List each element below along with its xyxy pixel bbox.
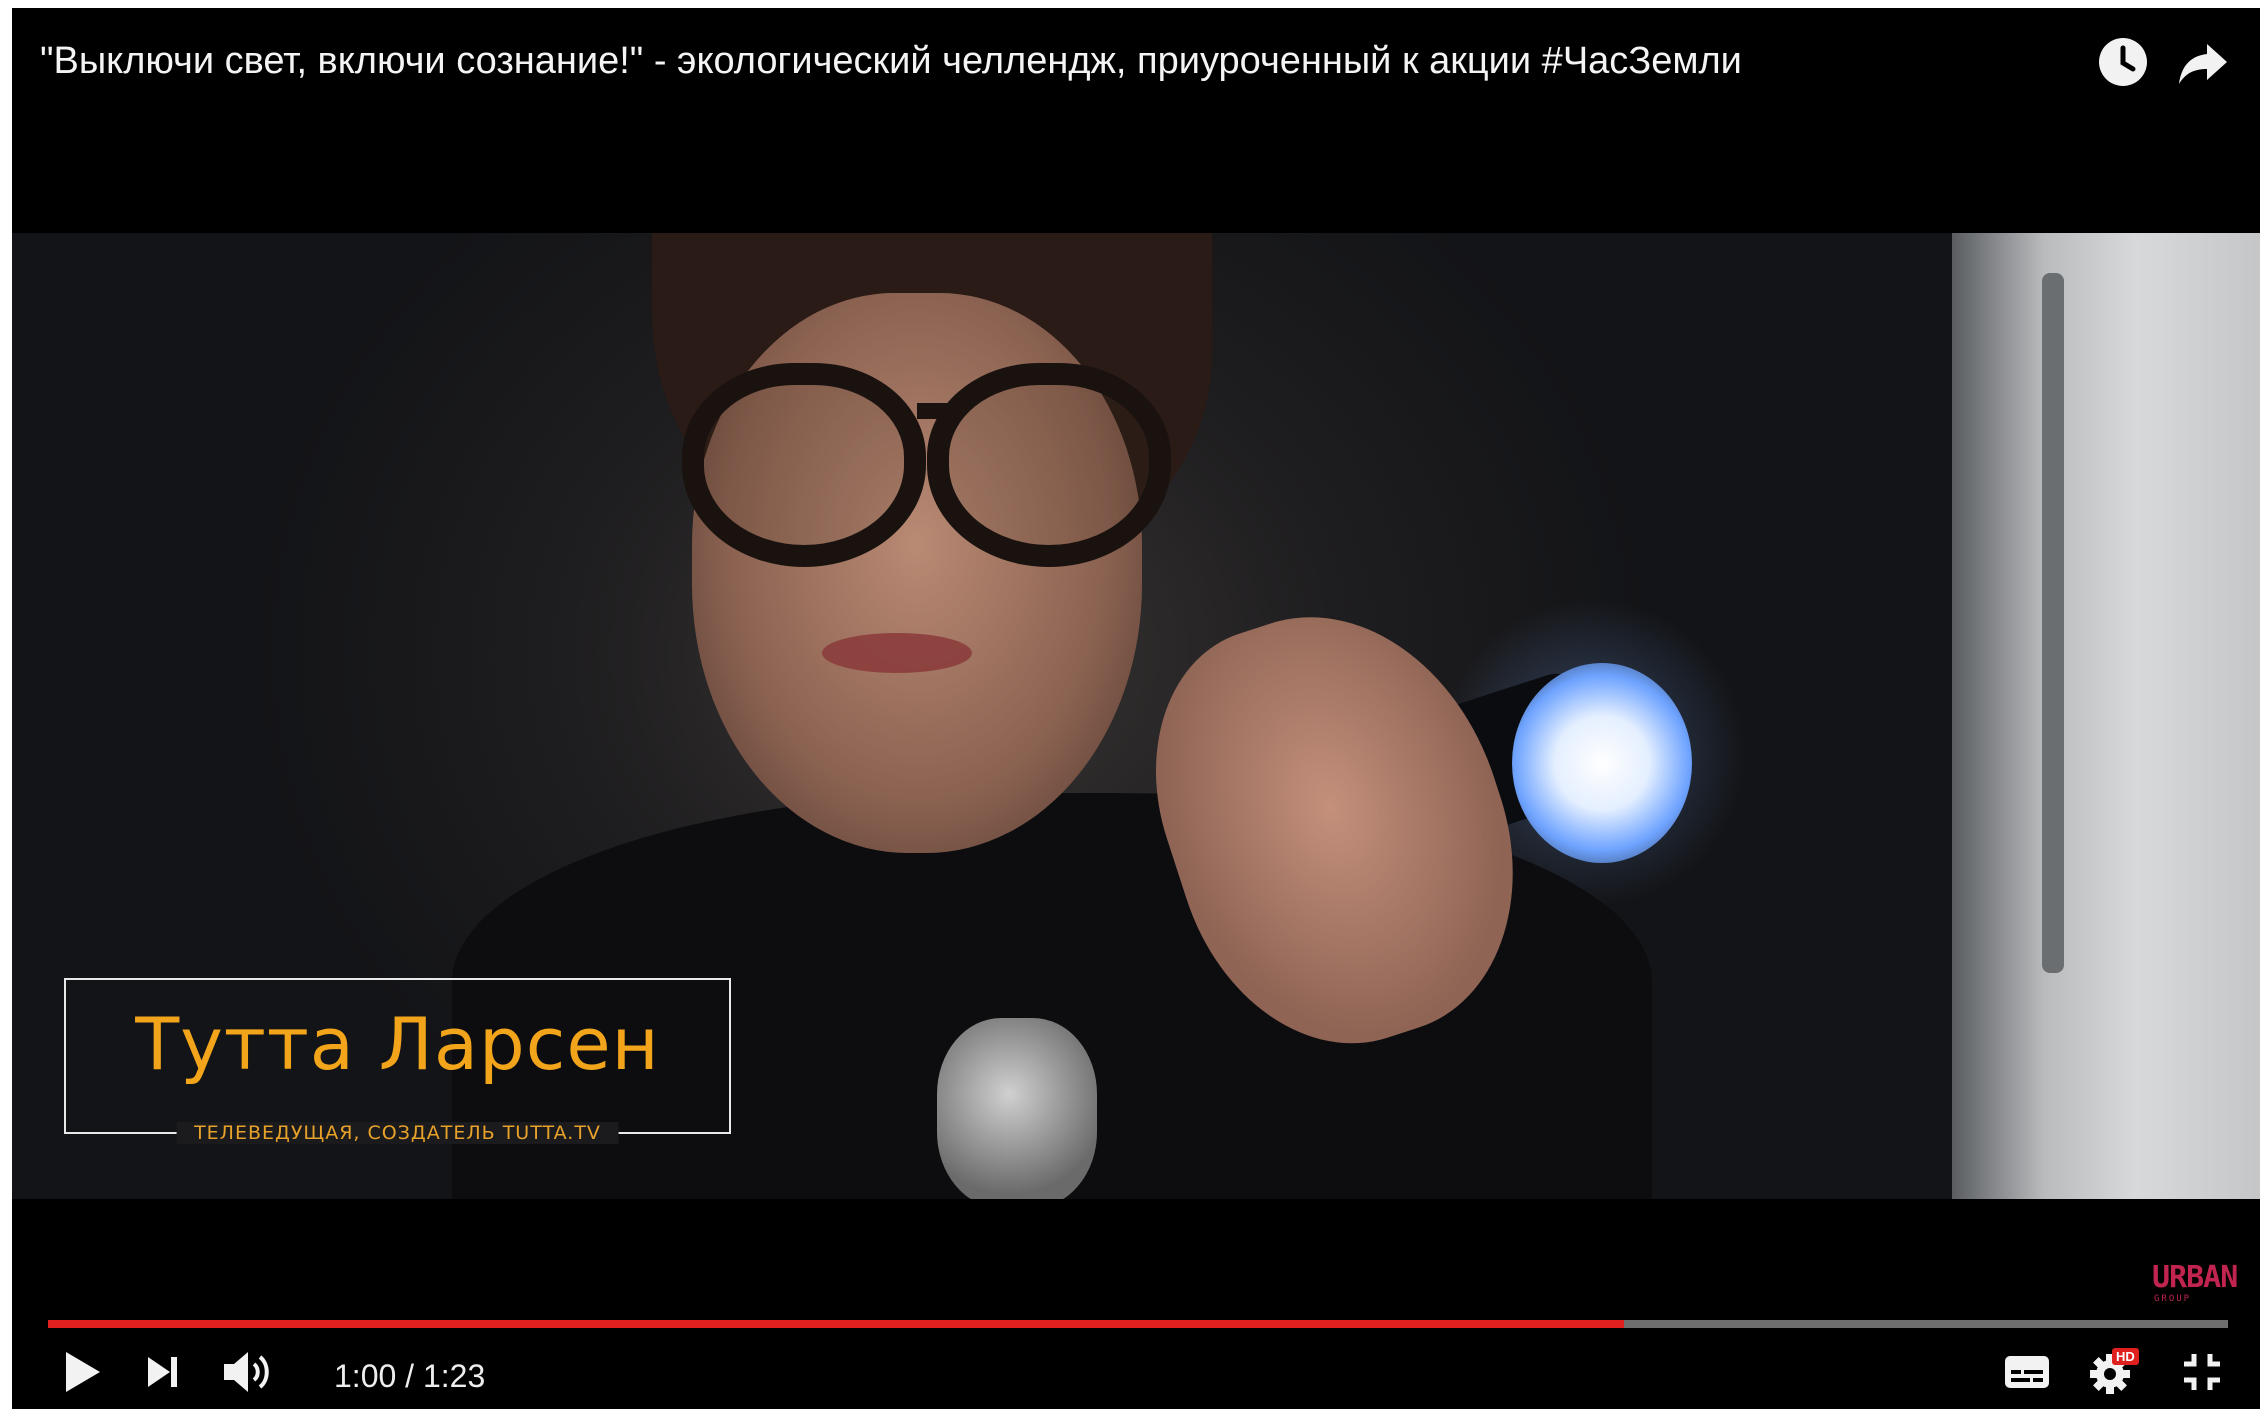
hd-badge: HD xyxy=(2112,1348,2139,1365)
player-controls: 1:00 / 1:23 HD xyxy=(12,1338,2260,1408)
play-button[interactable] xyxy=(52,1344,112,1400)
subtitles-icon xyxy=(2005,1356,2049,1388)
lower-third-name: Тутта Ларсен xyxy=(135,1002,660,1086)
flashlight-glow xyxy=(1512,663,1692,863)
person-lips xyxy=(822,633,972,673)
play-icon xyxy=(66,1352,100,1392)
time-display: 1:00 / 1:23 xyxy=(334,1358,486,1394)
exit-fullscreen-button[interactable] xyxy=(2172,1344,2232,1400)
video-player[interactable]: "Выключи свет, включи сознание!" - эколо… xyxy=(12,8,2260,1409)
progress-played xyxy=(48,1320,1624,1328)
glasses-left-lens xyxy=(682,363,926,567)
share-button[interactable] xyxy=(2175,34,2231,90)
volume-button[interactable] xyxy=(212,1344,284,1400)
channel-watermark[interactable]: URBAN xyxy=(2152,1260,2238,1295)
video-title[interactable]: "Выключи свет, включи сознание!" - эколо… xyxy=(40,40,2060,83)
lower-third-subtitle: ТЕЛЕВЕДУЩАЯ, СОЗДАТЕЛЬ TUTTA.TV xyxy=(176,1122,619,1144)
channel-watermark-sub: GROUP xyxy=(2154,1294,2192,1304)
background-wall xyxy=(1952,233,2260,1199)
subtitles-button[interactable] xyxy=(1997,1344,2057,1400)
share-arrow-icon xyxy=(2179,44,2227,84)
name-lower-third: Тутта Ларсен ТЕЛЕВЕДУЩАЯ, СОЗДАТЕЛЬ TUTT… xyxy=(64,978,731,1144)
exit-fullscreen-icon xyxy=(2184,1354,2220,1390)
next-button[interactable] xyxy=(132,1344,192,1400)
glasses-right-lens xyxy=(927,363,1171,567)
next-icon xyxy=(148,1357,177,1387)
settings-button[interactable]: HD xyxy=(2082,1344,2152,1400)
watch-later-button[interactable] xyxy=(2095,34,2151,90)
wrist-watch xyxy=(937,1018,1097,1199)
clock-icon xyxy=(2099,38,2147,86)
progress-bar[interactable] xyxy=(48,1320,2228,1328)
video-frame[interactable]: Тутта Ларсен ТЕЛЕВЕДУЩАЯ, СОЗДАТЕЛЬ TUTT… xyxy=(12,233,2260,1199)
glasses-bridge xyxy=(917,403,957,419)
volume-icon xyxy=(224,1352,269,1392)
